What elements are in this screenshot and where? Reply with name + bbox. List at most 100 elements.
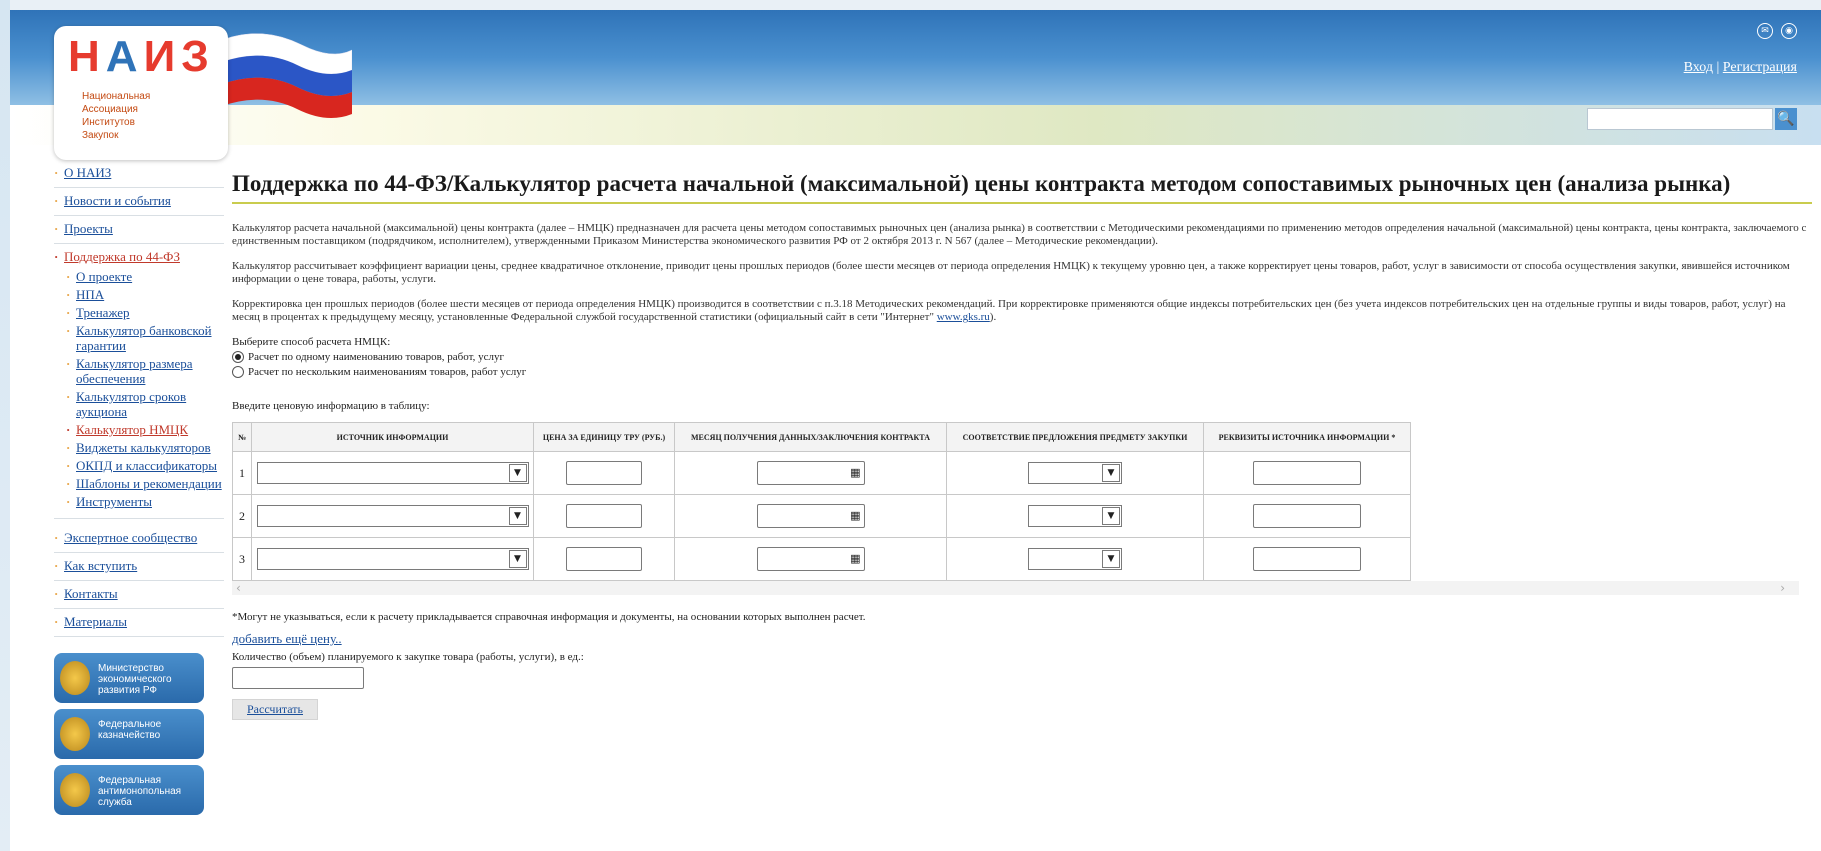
sidebar-link[interactable]: О НАИЗ — [64, 165, 111, 180]
details-cell — [1203, 537, 1411, 581]
calculate-link[interactable]: Рассчитать — [247, 702, 303, 716]
register-link[interactable]: Регистрация — [1723, 60, 1797, 75]
column-header: № — [232, 422, 252, 452]
submenu-link[interactable]: Калькулятор размера обеспечения — [76, 356, 193, 386]
details-input[interactable] — [1253, 547, 1361, 571]
sidebar-item-contacts[interactable]: Контакты — [54, 581, 224, 609]
radio-unchecked-icon[interactable] — [232, 366, 244, 378]
calculate-button[interactable]: Рассчитать — [232, 699, 318, 720]
sidebar-link[interactable]: Как вступить — [64, 558, 137, 573]
paragraph-text: Корректировка цен прошлых периодов (боле… — [232, 298, 1786, 323]
quantity-input[interactable] — [232, 667, 364, 689]
sidebar-item-about[interactable]: О НАИЗ — [54, 160, 224, 188]
submenu-item[interactable]: Калькулятор банковской гарантии — [66, 323, 224, 353]
scroll-right-icon[interactable]: › — [1780, 581, 1785, 595]
horizontal-scrollbar[interactable]: ‹ › — [232, 581, 1799, 595]
price-input[interactable] — [566, 547, 642, 571]
radio-checked-icon[interactable] — [232, 351, 244, 363]
intro-paragraph-1: Калькулятор расчета начальной (максималь… — [232, 222, 1807, 247]
add-price-link[interactable]: добавить ещё цену.. — [232, 631, 1812, 647]
match-select[interactable]: ▼ — [1028, 505, 1122, 527]
radio-multiple[interactable]: Расчет по нескольким наименованиям товар… — [232, 366, 1812, 378]
match-cell: ▼ — [946, 537, 1204, 581]
table-row: 2 ▼ ▦ ▼ — [232, 494, 1411, 538]
calendar-icon[interactable]: ▦ — [850, 552, 860, 565]
source-cell: ▼ — [251, 494, 534, 538]
auth-separator: | — [1716, 60, 1720, 75]
badge-fas[interactable]: Федеральная антимонопольная служба — [54, 765, 204, 815]
chevron-down-icon: ▼ — [508, 550, 527, 568]
submenu-link[interactable]: Калькулятор НМЦК — [76, 422, 188, 437]
submenu-item[interactable]: Виджеты калькуляторов — [66, 440, 224, 455]
sidebar-item-news[interactable]: Новости и события — [54, 188, 224, 216]
date-input[interactable]: ▦ — [756, 547, 865, 571]
source-select[interactable]: ▼ — [256, 462, 529, 484]
login-link[interactable]: Вход — [1684, 60, 1713, 75]
submenu-item[interactable]: НПА — [66, 287, 224, 302]
price-cell — [533, 494, 675, 538]
intro-paragraph-3: Корректировка цен прошлых периодов (боле… — [232, 298, 1812, 324]
sidebar-link[interactable]: Экспертное сообщество — [64, 530, 197, 545]
submenu-link[interactable]: Инструменты — [76, 494, 152, 509]
details-cell — [1203, 451, 1411, 495]
match-select[interactable]: ▼ — [1028, 462, 1122, 484]
rss-icon[interactable]: ◉ — [1781, 23, 1797, 39]
search-input[interactable] — [1587, 108, 1773, 130]
sidebar-item-support[interactable]: Поддержка по 44-ФЗ О проекте НПА Тренаже… — [54, 244, 224, 519]
submenu-link[interactable]: Тренажер — [76, 305, 130, 320]
submenu-link[interactable]: Калькулятор сроков аукциона — [76, 389, 186, 419]
sidebar: О НАИЗ Новости и события Проекты Поддерж… — [54, 160, 224, 821]
scroll-left-icon[interactable]: ‹ — [236, 581, 241, 595]
mail-icon[interactable]: ✉ — [1757, 23, 1773, 39]
radio-single[interactable]: Расчет по одному наименованию товаров, р… — [232, 351, 1812, 363]
badge-label: Министерство экономического развития РФ — [98, 663, 172, 696]
badge-minecon[interactable]: Министерство экономического развития РФ — [54, 653, 204, 703]
badge-treasury[interactable]: Федеральное казначейство — [54, 709, 204, 759]
date-input[interactable]: ▦ — [756, 504, 865, 528]
submenu-link[interactable]: Шаблоны и рекомендации — [76, 476, 222, 491]
badge-label: Федеральное казначейство — [98, 719, 162, 741]
source-select[interactable]: ▼ — [256, 505, 529, 527]
details-input[interactable] — [1253, 461, 1361, 485]
price-input[interactable] — [566, 461, 642, 485]
details-input[interactable] — [1253, 504, 1361, 528]
source-select[interactable]: ▼ — [256, 548, 529, 570]
submenu-link[interactable]: Виджеты калькуляторов — [76, 440, 211, 455]
submenu-item[interactable]: Шаблоны и рекомендации — [66, 476, 224, 491]
sidebar-link[interactable]: Поддержка по 44-ФЗ — [64, 249, 180, 264]
sidebar-link[interactable]: Новости и события — [64, 193, 171, 208]
sidebar-link[interactable]: Проекты — [64, 221, 113, 236]
partner-badges: Министерство экономического развития РФ … — [54, 653, 224, 815]
naiz-logo[interactable]: НАИЗ Национальная Ассоциация Институтов … — [54, 26, 228, 160]
logo-title: НАИЗ — [68, 32, 215, 81]
submenu-link[interactable]: НПА — [76, 287, 104, 302]
search-icon[interactable]: 🔍 — [1775, 108, 1797, 130]
submenu-item[interactable]: Калькулятор сроков аукциона — [66, 389, 224, 419]
sidebar-item-experts[interactable]: Экспертное сообщество — [54, 525, 224, 553]
emblem-icon — [60, 717, 90, 751]
submenu-item[interactable]: Калькулятор размера обеспечения — [66, 356, 224, 386]
submenu-item[interactable]: Инструменты — [66, 494, 224, 509]
sidebar-item-join[interactable]: Как вступить — [54, 553, 224, 581]
column-header: ИСТОЧНИК ИНФОРМАЦИИ — [251, 422, 534, 452]
calendar-icon[interactable]: ▦ — [850, 466, 860, 479]
match-select[interactable]: ▼ — [1028, 548, 1122, 570]
russian-flag-image — [222, 33, 352, 118]
price-cell — [533, 451, 675, 495]
submenu-link[interactable]: ОКПД и классификаторы — [76, 458, 217, 473]
sidebar-link[interactable]: Контакты — [64, 586, 118, 601]
submenu-link[interactable]: Калькулятор банковской гарантии — [76, 323, 212, 353]
submenu-item[interactable]: Тренажер — [66, 305, 224, 320]
price-input[interactable] — [566, 504, 642, 528]
sidebar-link[interactable]: Материалы — [64, 614, 127, 629]
date-input[interactable]: ▦ — [756, 461, 865, 485]
sidebar-item-projects[interactable]: Проекты — [54, 216, 224, 244]
gks-link[interactable]: www.gks.ru — [937, 311, 990, 323]
submenu-item-nmck[interactable]: Калькулятор НМЦК — [66, 422, 224, 437]
submenu-item[interactable]: ОКПД и классификаторы — [66, 458, 224, 473]
calendar-icon[interactable]: ▦ — [850, 509, 860, 522]
sidebar-item-materials[interactable]: Материалы — [54, 609, 224, 637]
submenu-link[interactable]: О проекте — [76, 269, 132, 284]
price-table: № ИСТОЧНИК ИНФОРМАЦИИ ЦЕНА ЗА ЕДИНИЦУ ТР… — [232, 422, 1411, 581]
submenu-item[interactable]: О проекте — [66, 269, 224, 284]
